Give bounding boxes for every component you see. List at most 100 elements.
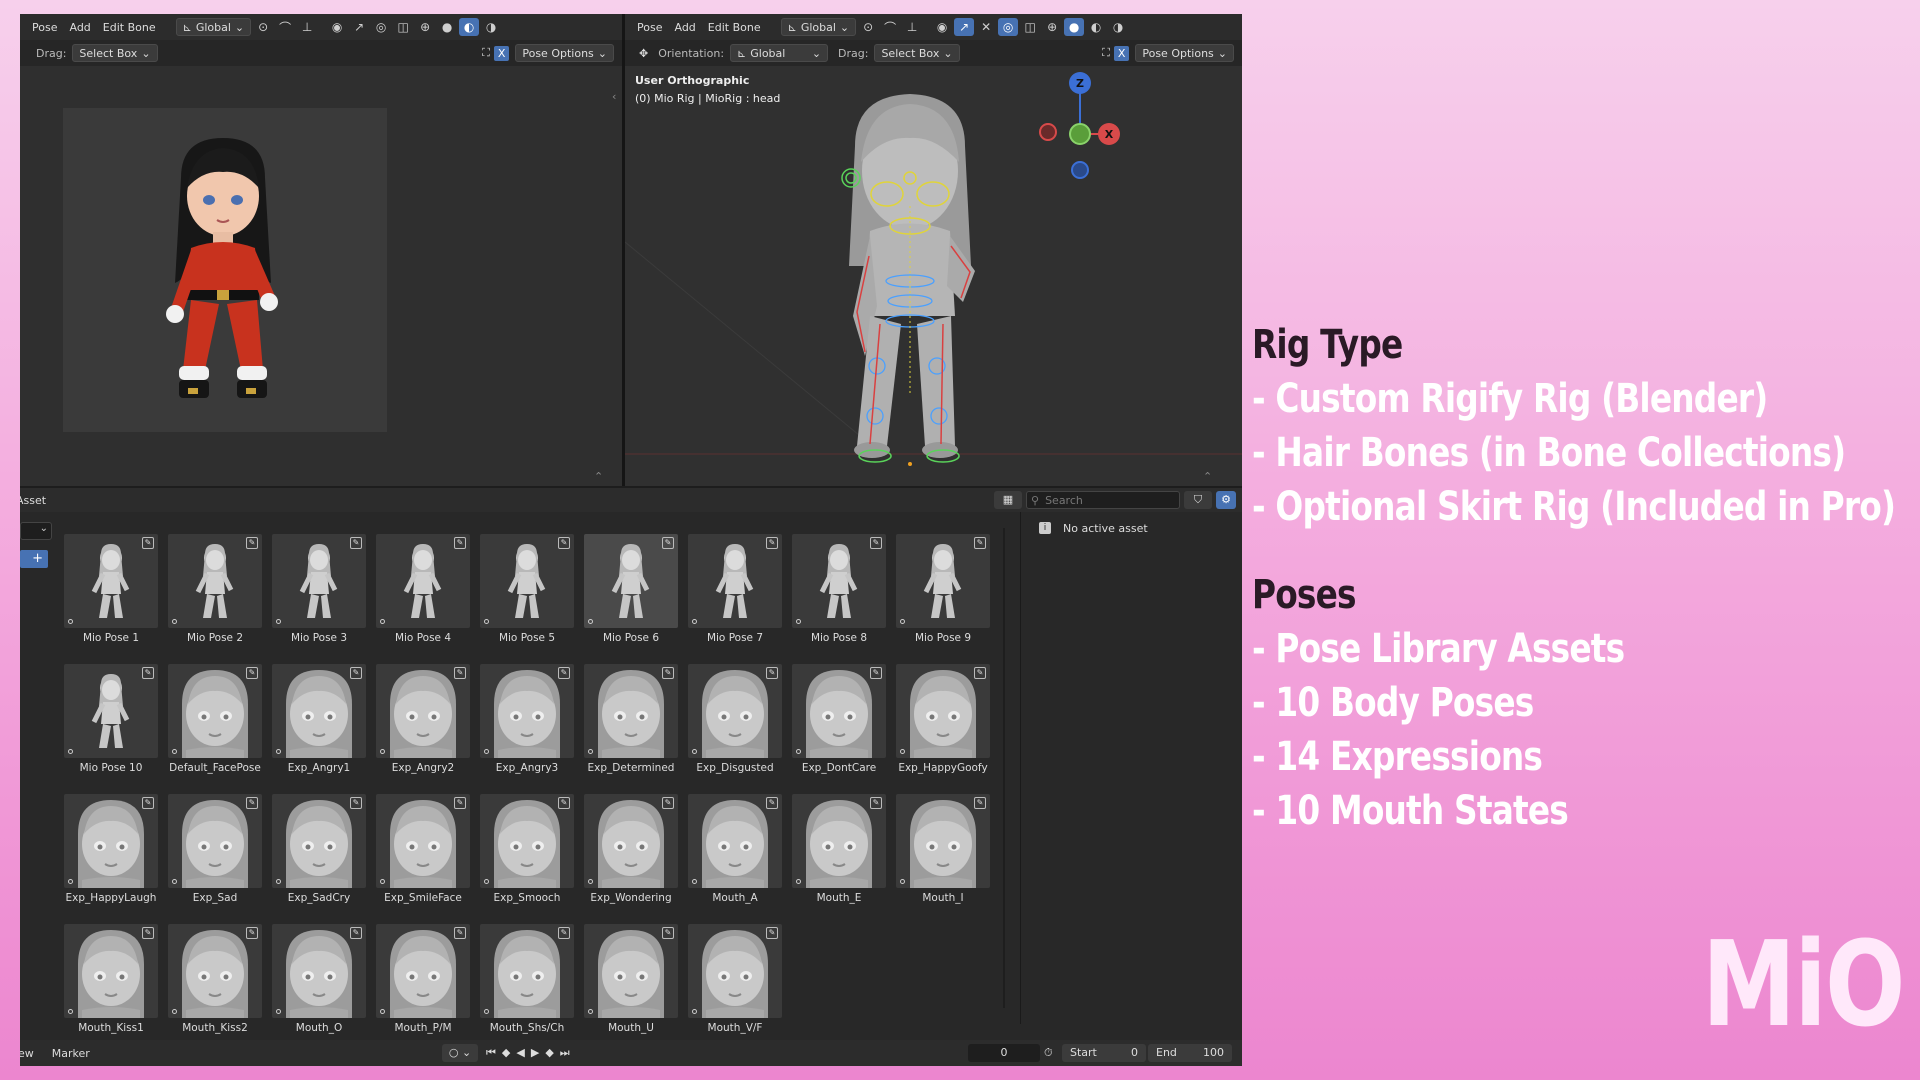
mirror-icon[interactable]: ⛶: [1102, 46, 1110, 60]
edit-icon[interactable]: ✎: [662, 797, 674, 809]
edit-icon[interactable]: ✎: [974, 667, 986, 679]
menu-edit-bone[interactable]: Edit Bone: [97, 21, 162, 34]
current-frame-field[interactable]: 0: [968, 1044, 1040, 1062]
asset-tile[interactable]: ✎ Mouth_Shs/Ch: [480, 924, 574, 1046]
asset-tile[interactable]: ✎ Exp_Sad: [168, 794, 262, 916]
edit-icon[interactable]: ✎: [246, 927, 258, 939]
prev-keyframe-icon[interactable]: ◆: [502, 1046, 510, 1060]
edit-icon[interactable]: ✎: [454, 537, 466, 549]
asset-tile[interactable]: ✎ Exp_SadCry: [272, 794, 366, 916]
edit-icon[interactable]: ✎: [766, 537, 778, 549]
search-input[interactable]: ⚲ Search: [1026, 491, 1180, 509]
asset-tile[interactable]: ✎ Exp_Disgusted: [688, 664, 782, 786]
asset-tile[interactable]: ✎ Default_FacePose: [168, 664, 262, 786]
marker-menu[interactable]: Marker: [52, 1047, 90, 1060]
solid-shading-icon[interactable]: ●: [437, 18, 457, 36]
pose-options-dropdown[interactable]: Pose Options ⌄: [515, 44, 614, 62]
edit-icon[interactable]: ✎: [454, 667, 466, 679]
x-mirror-toggle[interactable]: X: [493, 45, 510, 61]
edit-icon[interactable]: ✎: [870, 667, 882, 679]
overlay-icon[interactable]: ◎: [998, 18, 1019, 36]
collapse-arrow-icon[interactable]: ⌃: [594, 470, 603, 483]
edit-icon[interactable]: ✎: [246, 537, 258, 549]
snap-icon[interactable]: ⌒: [275, 18, 295, 36]
edit-icon[interactable]: ✎: [870, 537, 882, 549]
end-field[interactable]: End 100: [1148, 1044, 1232, 1062]
asset-tile[interactable]: ✎ Mio Pose 4: [376, 534, 470, 656]
asset-tile[interactable]: ✎ Mouth_I: [896, 794, 990, 916]
filter-icon[interactable]: ⛉: [1184, 491, 1212, 509]
edit-icon[interactable]: ✎: [766, 927, 778, 939]
transform-icon[interactable]: ✥: [639, 47, 648, 60]
wireframe-shading-icon[interactable]: ⊕: [1042, 18, 1062, 36]
gizmo-icon[interactable]: ↗: [349, 18, 369, 36]
orientation-dropdown[interactable]: ⊾ Global ⌄: [175, 18, 252, 36]
asset-tile[interactable]: ✎ Exp_SmileFace: [376, 794, 470, 916]
solid-shading-icon[interactable]: ●: [1064, 18, 1085, 36]
asset-tile[interactable]: ✎ Mio Pose 10: [64, 664, 158, 786]
edit-icon[interactable]: ✎: [558, 537, 570, 549]
asset-tile[interactable]: ✎ Mouth_U: [584, 924, 678, 1046]
settings-gear-icon[interactable]: ⚙: [1216, 491, 1236, 509]
xray-icon[interactable]: ◫: [393, 18, 413, 36]
edit-icon[interactable]: ✎: [870, 797, 882, 809]
asset-tile[interactable]: ✎ Mio Pose 5: [480, 534, 574, 656]
start-field[interactable]: Start 0: [1062, 1044, 1146, 1062]
asset-tile[interactable]: ✎ Exp_Angry3: [480, 664, 574, 786]
asset-tile[interactable]: ✎ Mouth_Kiss1: [64, 924, 158, 1046]
keying-dropdown[interactable]: ○ ⌄: [442, 1044, 478, 1062]
asset-tile[interactable]: ✎ Exp_HappyGoofy: [896, 664, 990, 786]
drag-dropdown[interactable]: Select Box ⌄: [874, 44, 960, 62]
asset-tile[interactable]: ✎ Mio Pose 6: [584, 534, 678, 656]
right-viewport[interactable]: User Orthographic (0) Mio Rig | MioRig :…: [625, 66, 1242, 486]
asset-tile[interactable]: ✎ Mio Pose 2: [168, 534, 262, 656]
left-viewport[interactable]: ‹ ⌃: [20, 66, 622, 486]
wireframe-shading-icon[interactable]: ⊕: [415, 18, 435, 36]
edit-icon[interactable]: ✎: [246, 667, 258, 679]
overlay-icon[interactable]: ◎: [371, 18, 391, 36]
edit-icon[interactable]: ✎: [350, 667, 362, 679]
menu-edit-bone[interactable]: Edit Bone: [702, 21, 767, 34]
snap-icon[interactable]: ⌒: [880, 18, 900, 36]
edit-icon[interactable]: ✎: [142, 537, 154, 549]
edit-icon[interactable]: ✎: [558, 667, 570, 679]
visibility-icon[interactable]: ◉: [932, 18, 952, 36]
orientation-dropdown[interactable]: ⊾ Global ⌄: [780, 18, 857, 36]
play-reverse-icon[interactable]: ◀: [516, 1046, 524, 1060]
proportional-icon[interactable]: ⊥: [297, 18, 317, 36]
gizmo-x-axis[interactable]: X: [1098, 123, 1120, 145]
gizmo-icon[interactable]: ↗: [954, 18, 975, 36]
asset-tile[interactable]: ✎ Mouth_Kiss2: [168, 924, 262, 1046]
pose-options-dropdown[interactable]: Pose Options ⌄: [1135, 44, 1234, 62]
asset-tile[interactable]: ✎ Mio Pose 3: [272, 534, 366, 656]
clock-icon[interactable]: ⏱: [1044, 1046, 1053, 1060]
edit-icon[interactable]: ✎: [454, 927, 466, 939]
edit-icon[interactable]: ✎: [766, 797, 778, 809]
xray-icon[interactable]: ◫: [1020, 18, 1040, 36]
asset-tile[interactable]: ✎ Exp_Angry2: [376, 664, 470, 786]
edit-icon[interactable]: ✎: [662, 537, 674, 549]
edit-icon[interactable]: ✎: [558, 927, 570, 939]
jump-end-icon[interactable]: ⏭: [560, 1046, 570, 1060]
material-shading-icon[interactable]: ◐: [459, 18, 480, 36]
edit-icon[interactable]: ✎: [974, 537, 986, 549]
asset-tile[interactable]: ✎ Mio Pose 7: [688, 534, 782, 656]
visibility-icon[interactable]: ◉: [327, 18, 347, 36]
asset-tile[interactable]: ✎ Exp_HappyLaugh: [64, 794, 158, 916]
menu-add[interactable]: Add: [63, 21, 96, 34]
asset-tile[interactable]: ✎ Mouth_P/M: [376, 924, 470, 1046]
edit-icon[interactable]: ✎: [350, 797, 362, 809]
drag-dropdown[interactable]: Select Box ⌄: [72, 44, 158, 62]
jump-start-icon[interactable]: ⏮: [486, 1046, 496, 1060]
menu-pose[interactable]: Pose: [631, 21, 668, 34]
pivot-icon[interactable]: ⊙: [858, 18, 878, 36]
menu-pose[interactable]: Pose: [26, 21, 63, 34]
edit-icon[interactable]: ✎: [974, 797, 986, 809]
edit-icon[interactable]: ✎: [662, 667, 674, 679]
menu-add[interactable]: Add: [668, 21, 701, 34]
material-shading-icon[interactable]: ◐: [1086, 18, 1106, 36]
edit-icon[interactable]: ✎: [246, 797, 258, 809]
edit-icon[interactable]: ✎: [350, 537, 362, 549]
asset-tile[interactable]: ✎ Exp_Wondering: [584, 794, 678, 916]
edit-icon[interactable]: ✎: [142, 667, 154, 679]
